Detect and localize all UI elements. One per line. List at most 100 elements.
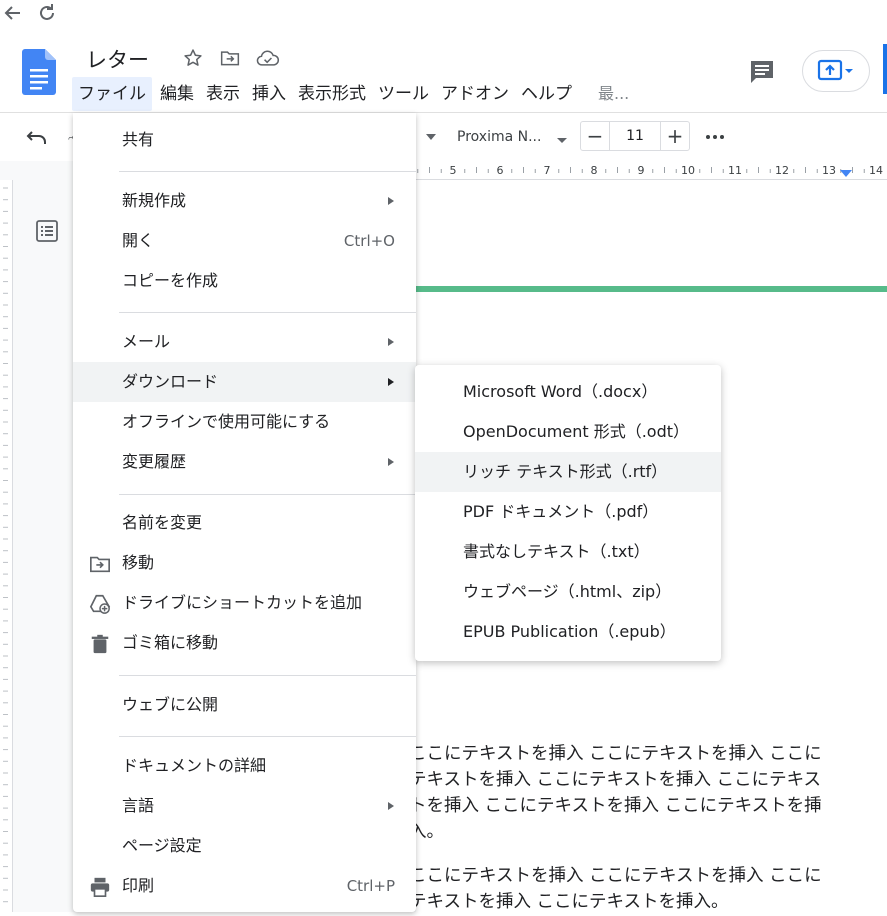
menu-item-new[interactable]: 新規作成 — [73, 181, 416, 221]
submenu-arrow-icon — [388, 378, 394, 386]
submenu-item-label: ウェブページ（.html、zip） — [463, 582, 672, 601]
last-edit-link[interactable]: 最... — [592, 77, 635, 111]
present-button[interactable] — [802, 50, 870, 92]
doc-title[interactable]: レター — [86, 44, 149, 74]
ruler-tick-label: 7 — [544, 164, 551, 177]
more-options-icon[interactable] — [704, 127, 726, 147]
download-odt[interactable]: OpenDocument 形式（.odt） — [415, 412, 721, 452]
menu-item-label: ページ設定 — [122, 836, 202, 855]
menu-item-publish-web[interactable]: ウェブに公開 — [73, 685, 416, 725]
submenu-item-label: Microsoft Word（.docx） — [463, 382, 658, 401]
body-text-line[interactable]: テキストを挿入 ここにテキストを挿入 ここにテキス — [409, 767, 821, 793]
cloud-saved-icon[interactable] — [255, 47, 281, 69]
menu-item-label: コピーを作成 — [122, 271, 219, 290]
menu-item-add-shortcut[interactable]: ドライブにショートカットを追加 — [73, 583, 416, 623]
submenu-item-label: EPUB Publication（.epub） — [463, 622, 676, 641]
menu-view[interactable]: 表示 — [200, 77, 246, 111]
body-text-line[interactable]: ここにテキストを挿入 ここにテキストを挿入 ここに — [409, 863, 822, 889]
menu-item-offline[interactable]: オフラインで使用可能にする — [73, 402, 416, 442]
menu-item-doc-details[interactable]: ドキュメントの詳細 — [73, 746, 416, 786]
trash-icon — [89, 633, 111, 655]
share-button-edge[interactable] — [883, 44, 887, 94]
horizontal-ruler[interactable]: 5 6 7 8 9 10 11 12 13 14 — [416, 161, 887, 180]
folder-move-icon[interactable] — [219, 47, 241, 69]
menu-item-download[interactable]: ダウンロード — [73, 362, 416, 402]
font-size-input[interactable]: 11 — [609, 121, 661, 151]
shortcut-label: Ctrl+P — [346, 877, 395, 895]
menu-divider — [119, 312, 416, 313]
menu-tools[interactable]: ツール — [372, 77, 435, 111]
menu-item-page-setup[interactable]: ページ設定 — [73, 826, 416, 866]
download-epub[interactable]: EPUB Publication（.epub） — [415, 612, 721, 652]
ruler-tick-label: 10 — [681, 164, 695, 177]
menu-item-print[interactable]: 印刷 Ctrl+P — [73, 866, 416, 906]
menu-item-label: ウェブに公開 — [122, 695, 219, 714]
document-outline-icon[interactable] — [34, 218, 60, 244]
menu-item-label: オフラインで使用可能にする — [122, 412, 331, 431]
menu-file[interactable]: ファイル — [72, 77, 152, 111]
menu-item-trash[interactable]: ゴミ箱に移動 — [73, 623, 416, 663]
download-submenu: Microsoft Word（.docx） OpenDocument 形式（.o… — [415, 365, 721, 661]
font-size-decrease-button[interactable]: − — [580, 121, 610, 151]
body-text-line[interactable]: ここにテキストを挿入 ここにテキストを挿入 ここに — [409, 741, 822, 767]
vertical-ruler-ticks — [3, 187, 8, 903]
style-dropdown-arrow[interactable] — [426, 125, 436, 149]
download-docx[interactable]: Microsoft Word（.docx） — [415, 372, 721, 412]
font-size-increase-button[interactable]: + — [660, 121, 690, 151]
menu-item-move[interactable]: 移動 — [73, 543, 416, 583]
menu-insert[interactable]: 挿入 — [246, 77, 292, 111]
green-horizontal-rule — [416, 286, 887, 292]
download-rtf[interactable]: リッチ テキスト形式（.rtf） — [415, 452, 721, 492]
menu-item-email[interactable]: メール — [73, 322, 416, 362]
ruler-tick-label: 13 — [822, 164, 836, 177]
shortcut-label: Ctrl+O — [343, 232, 395, 250]
folder-move-icon — [89, 553, 111, 575]
comment-icon[interactable] — [745, 55, 779, 89]
submenu-item-label: PDF ドキュメント（.pdf） — [463, 502, 659, 521]
menu-item-label: 変更履歴 — [122, 452, 187, 471]
star-icon[interactable] — [182, 47, 204, 69]
menu-edit[interactable]: 編集 — [154, 77, 200, 111]
submenu-item-label: OpenDocument 形式（.odt） — [463, 422, 690, 441]
vertical-ruler[interactable] — [0, 180, 13, 912]
download-txt[interactable]: 書式なしテキスト（.txt） — [415, 532, 721, 572]
ruler-tick-label: 14 — [869, 164, 883, 177]
download-pdf[interactable]: PDF ドキュメント（.pdf） — [415, 492, 721, 532]
menu-item-label: 新規作成 — [122, 191, 187, 210]
menu-help[interactable]: ヘルプ — [515, 77, 578, 111]
ruler-tick-label: 5 — [450, 164, 457, 177]
body-text-line[interactable]: トを挿入 ここにテキストを挿入 ここにテキストを挿 — [409, 793, 822, 819]
right-indent-marker[interactable] — [840, 170, 852, 177]
ruler-tick-label: 6 — [497, 164, 504, 177]
menu-divider — [119, 171, 416, 172]
chevron-down-icon[interactable] — [556, 131, 568, 143]
menu-item-rename[interactable]: 名前を変更 — [73, 503, 416, 543]
drive-add-shortcut-icon — [89, 593, 111, 615]
menu-item-open[interactable]: 開く Ctrl+O — [73, 221, 416, 261]
ruler-ticks: 5 6 7 8 9 10 11 12 13 14 — [417, 164, 883, 177]
arrow-left-icon[interactable] — [0, 0, 26, 26]
menu-format[interactable]: 表示形式 — [292, 77, 372, 111]
menubar: ファイル 編集 表示 挿入 表示形式 ツール アドオン ヘルプ 最... — [72, 77, 635, 111]
menu-item-share[interactable]: 共有 — [73, 120, 416, 160]
menu-item-version-history[interactable]: 変更履歴 — [73, 442, 416, 482]
submenu-item-label: 書式なしテキスト（.txt） — [463, 542, 650, 561]
docs-logo-icon[interactable] — [22, 49, 56, 95]
ruler-tick-label: 9 — [638, 164, 645, 177]
menu-item-language[interactable]: 言語 — [73, 786, 416, 826]
font-family-select[interactable]: Proxima N... — [457, 124, 567, 150]
download-html[interactable]: ウェブページ（.html、zip） — [415, 572, 721, 612]
menu-divider — [119, 494, 416, 495]
submenu-arrow-icon — [388, 338, 394, 346]
undo-icon[interactable] — [24, 125, 50, 151]
printer-icon — [89, 876, 111, 898]
redo-icon[interactable] — [60, 125, 74, 151]
menu-item-label: メール — [122, 332, 171, 351]
menu-item-make-copy[interactable]: コピーを作成 — [73, 261, 416, 301]
body-text-line[interactable]: テキストを挿入 ここにテキストを挿入。 — [409, 889, 729, 915]
ruler-tick-label: 12 — [775, 164, 789, 177]
menu-addons[interactable]: アドオン — [435, 77, 515, 111]
menu-item-label: 共有 — [122, 130, 155, 149]
submenu-arrow-icon — [388, 458, 394, 466]
reload-icon[interactable] — [34, 0, 60, 26]
